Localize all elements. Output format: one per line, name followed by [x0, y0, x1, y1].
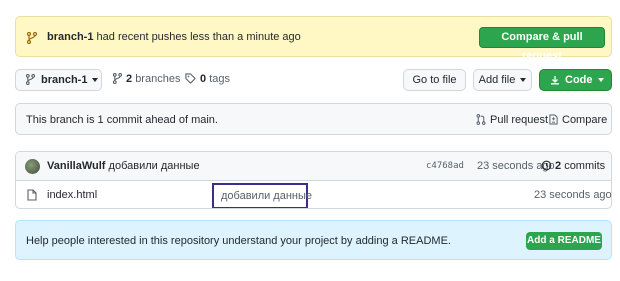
- branches-label: branches: [135, 73, 181, 85]
- commit-message[interactable]: добавили данные: [109, 160, 200, 172]
- compare-pull-request-button[interactable]: Compare & pull request: [479, 27, 605, 62]
- branch-select-button[interactable]: branch-1: [15, 69, 102, 91]
- download-icon: [551, 76, 559, 85]
- code-label: Code: [565, 74, 593, 86]
- ahead-text: This branch is 1 commit ahead of main.: [26, 114, 218, 126]
- file-diff-icon: [549, 114, 558, 125]
- readme-text: Help people interested in this repositor…: [26, 235, 451, 247]
- add-readme-button[interactable]: Add a README: [526, 232, 602, 250]
- git-branch-icon: [25, 74, 36, 85]
- pull-request-label: Pull request: [490, 114, 549, 126]
- tags-link[interactable]: 0 tags: [185, 73, 230, 85]
- branches-count: 2: [126, 73, 133, 85]
- git-branch-icon: [112, 73, 123, 84]
- tags-count: 0: [200, 73, 207, 85]
- latest-commit-bar: VanillaWulf добавили данные c4768ad 23 s…: [16, 152, 611, 181]
- code-button[interactable]: Code: [539, 69, 612, 91]
- banner-text: branch-1 had recent pushes less than a m…: [47, 31, 301, 43]
- tag-icon: [185, 73, 196, 84]
- compare-link[interactable]: Compare: [549, 114, 607, 126]
- file-commit-time: 23 seconds ago: [534, 189, 612, 201]
- branches-link[interactable]: 2 branches: [112, 73, 181, 85]
- banner-message: had recent pushes less than a minute ago: [96, 31, 301, 43]
- add-file-button[interactable]: Add file: [473, 69, 532, 91]
- chevron-down-icon: [92, 78, 99, 83]
- avatar[interactable]: [25, 159, 40, 174]
- file-name[interactable]: index.html: [47, 189, 97, 201]
- recent-push-banner: branch-1 had recent pushes less than a m…: [15, 16, 612, 62]
- tags-label: tags: [209, 73, 230, 85]
- pull-request-link[interactable]: Pull request: [476, 114, 548, 126]
- commit-author-line: VanillaWulf добавили данные: [47, 160, 200, 172]
- banner-branch-name[interactable]: branch-1: [47, 31, 93, 43]
- commits-history-link[interactable]: 2 commits: [541, 160, 605, 172]
- chevron-down-icon: [520, 78, 527, 83]
- commits-count: 2: [555, 160, 562, 172]
- file-commit-message[interactable]: добавили данные: [212, 183, 312, 208]
- branch-ahead-notice: This branch is 1 commit ahead of main. P…: [15, 103, 612, 135]
- file-browser: VanillaWulf добавили данные c4768ad 23 s…: [15, 151, 612, 209]
- commit-sha[interactable]: c4768ad: [426, 161, 464, 171]
- chevron-down-icon: [597, 78, 604, 83]
- add-readme-notice: Help people interested in this repositor…: [15, 220, 612, 260]
- commit-author[interactable]: VanillaWulf: [47, 160, 105, 172]
- commits-label: commits: [564, 160, 606, 172]
- git-branch-icon: [27, 32, 37, 44]
- pull-request-icon: [476, 114, 486, 125]
- file-row[interactable]: index.html добавили данные 23 seconds ag…: [16, 181, 612, 208]
- compare-label: Compare: [562, 114, 608, 126]
- go-to-file-button[interactable]: Go to file: [403, 69, 466, 91]
- add-file-label: Add file: [478, 74, 516, 86]
- history-icon: [541, 160, 552, 171]
- branch-select-label: branch-1: [41, 74, 88, 86]
- file-icon: [27, 189, 37, 201]
